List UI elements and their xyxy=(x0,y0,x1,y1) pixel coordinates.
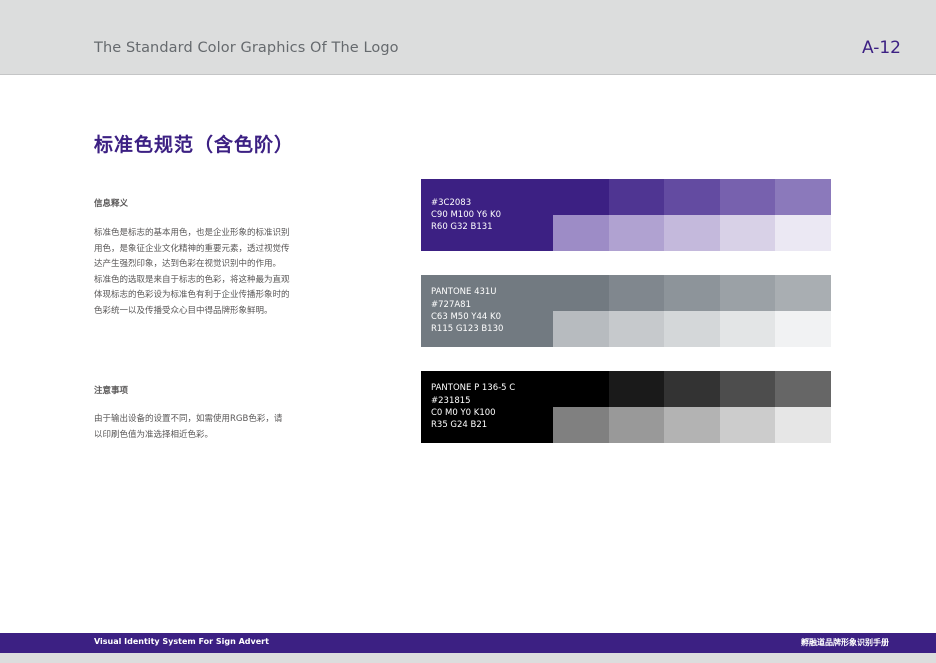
tint-cell xyxy=(719,407,776,443)
swatch-line: #727A81 xyxy=(431,299,471,310)
tint-cell xyxy=(664,215,720,251)
swatch-line: C63 M50 Y44 K0 xyxy=(431,312,501,322)
tint-cell xyxy=(608,371,665,407)
main-swatch: #3C2083 C90 M100 Y6 K0 R60 G32 B131 xyxy=(421,179,553,251)
tint-scale xyxy=(553,371,831,443)
tint-cell xyxy=(775,179,831,215)
color-swatch-black: PANTONE P 136-5 C #231815 C0 M0 Y0 K100 … xyxy=(421,371,831,443)
swatch-line: R60 G32 B131 xyxy=(431,222,493,233)
swatch-line: C0 M0 Y0 K100 xyxy=(431,408,496,418)
tint-cell xyxy=(553,311,609,347)
tint-cell xyxy=(775,311,831,347)
tint-cell xyxy=(719,215,776,251)
swatch-line: R115 G123 B130 xyxy=(431,324,504,335)
main-swatch: PANTONE P 136-5 C #231815 C0 M0 Y0 K100 … xyxy=(421,371,553,443)
tint-cell xyxy=(664,311,720,347)
tint-cell xyxy=(608,407,665,443)
footer-bar: Visual Identity System For Sign Advert 孵… xyxy=(0,633,936,653)
section-title: 标准色规范（含色阶） xyxy=(94,134,295,156)
footer-right-text: 孵融道品牌形象识别手册 xyxy=(801,638,889,647)
header-title: The Standard Color Graphics Of The Logo xyxy=(94,40,399,56)
swatch-line: PANTONE P 136-5 C xyxy=(431,383,516,394)
swatch-line: PANTONE 431U xyxy=(431,287,497,298)
tint-scale xyxy=(553,275,831,347)
swatch-line: #231815 xyxy=(431,395,471,406)
tint-cell xyxy=(553,275,609,311)
info-body: 标准色是标志的基本用色，也是企业形象的标准识别用色，是象征企业文化精神的重要元素… xyxy=(94,226,290,319)
tint-cell xyxy=(553,371,609,407)
info-heading: 信息释义 xyxy=(94,199,129,209)
tint-cell xyxy=(775,371,831,407)
tint-cell xyxy=(608,215,665,251)
tint-cell xyxy=(553,215,609,251)
info-paragraph-2: 标准色的选取是来自于标志的色彩，将这种最为直观体现标志的色彩设为标准色有利于企业… xyxy=(94,274,290,316)
tint-cell xyxy=(719,311,776,347)
notes-heading: 注意事项 xyxy=(94,386,129,396)
tint-cell xyxy=(775,407,831,443)
tint-cell xyxy=(664,371,720,407)
tint-cell xyxy=(719,275,776,311)
tint-cell xyxy=(608,311,665,347)
tint-cell xyxy=(775,215,831,251)
tint-cell xyxy=(719,179,776,215)
info-paragraph-1: 标准色是标志的基本用色，也是企业形象的标准识别用色，是象征企业文化精神的重要元素… xyxy=(94,228,290,269)
main-swatch: PANTONE 431U #727A81 C63 M50 Y44 K0 R115… xyxy=(421,275,553,347)
notes-paragraph: 由于输出设备的设置不同，如需使用RGB色彩，请以印刷色值为准选择相近色彩。 xyxy=(94,414,283,440)
tint-cell xyxy=(664,275,720,311)
tint-cell xyxy=(553,407,609,443)
tint-cell xyxy=(664,179,720,215)
page-number: A-12 xyxy=(861,38,901,58)
tint-scale xyxy=(553,179,831,251)
footer-strip xyxy=(0,653,936,663)
tint-cell xyxy=(775,275,831,311)
footer-left-text: Visual Identity System For Sign Advert xyxy=(94,637,269,646)
color-swatch-gray: PANTONE 431U #727A81 C63 M50 Y44 K0 R115… xyxy=(421,275,831,347)
tint-cell xyxy=(608,275,665,311)
tint-cell xyxy=(553,179,609,215)
color-swatch-purple: #3C2083 C90 M100 Y6 K0 R60 G32 B131 xyxy=(421,179,831,251)
swatch-line: R35 G24 B21 xyxy=(431,420,488,431)
tint-cell xyxy=(664,407,720,443)
swatch-line: C90 M100 Y6 K0 xyxy=(431,209,501,220)
tint-cell xyxy=(719,371,776,407)
notes-body: 由于输出设备的设置不同，如需使用RGB色彩，请以印刷色值为准选择相近色彩。 xyxy=(94,412,290,443)
tint-cell xyxy=(608,179,665,215)
page-header: The Standard Color Graphics Of The Logo … xyxy=(0,0,936,75)
swatch-line: #3C2083 xyxy=(431,197,472,208)
